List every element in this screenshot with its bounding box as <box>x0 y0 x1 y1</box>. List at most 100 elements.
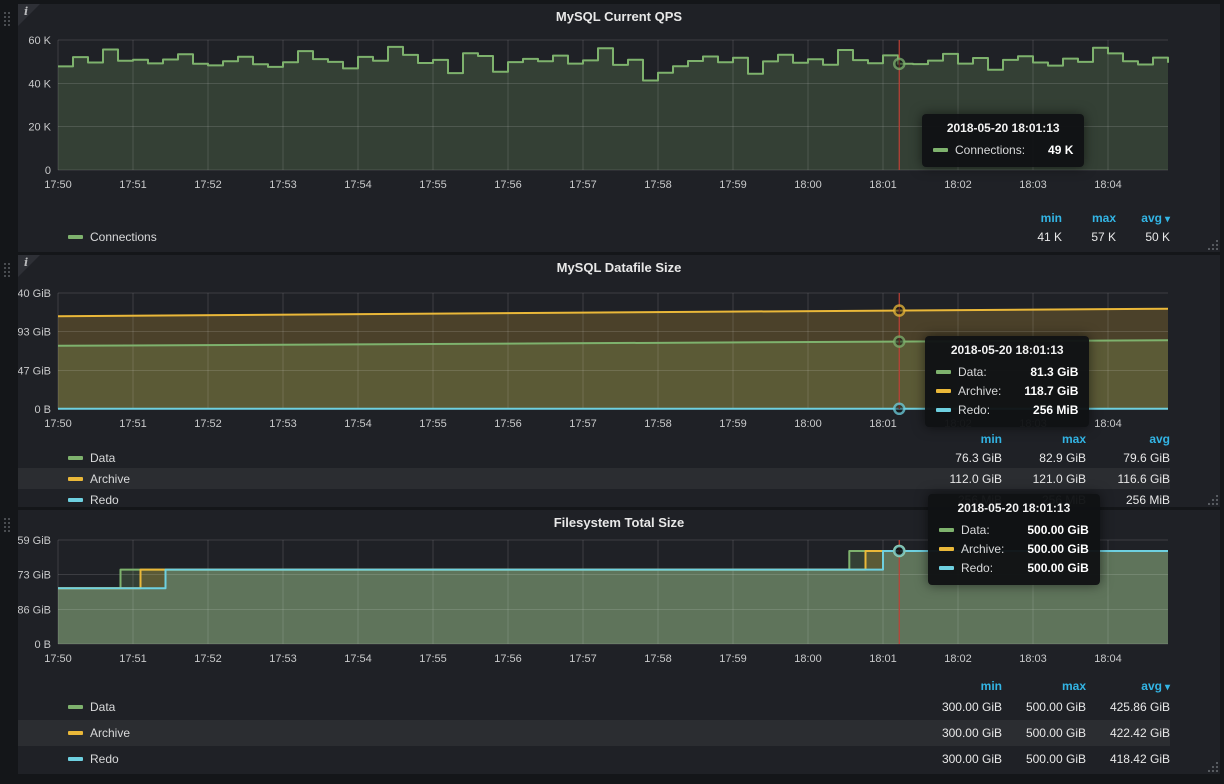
legend-series-toggle[interactable]: Redo <box>68 752 918 766</box>
x-axis-tick-label: 17:54 <box>344 653 372 665</box>
x-axis-tick-label: 17:59 <box>719 179 747 191</box>
drag-dot <box>4 526 6 528</box>
legend-stat-min-value: 76.3 GiB <box>918 451 1002 465</box>
x-axis-tick-label: 17:53 <box>269 418 297 430</box>
x-axis-tick-label: 17:59 <box>719 418 747 430</box>
tooltip-series-value: 118.7 GiB <box>1024 384 1078 398</box>
tooltip-series-value: 49 K <box>1048 143 1073 157</box>
legend-stat-max-value: 500.00 GiB <box>1002 700 1086 714</box>
legend-sort-max[interactable]: max <box>1002 679 1086 693</box>
legend-sort-min[interactable]: min <box>918 679 1002 693</box>
legend-stat-avg-value: 116.6 GiB <box>1086 472 1170 486</box>
x-axis-tick-label: 17:53 <box>269 179 297 191</box>
legend-row: Data300.00 GiB500.00 GiB425.86 GiB <box>18 694 1170 720</box>
x-axis-tick-label: 18:04 <box>1094 179 1122 191</box>
legend-sort-avg[interactable]: avg▾ <box>1116 211 1170 225</box>
drag-dot <box>8 518 10 520</box>
drag-dot <box>8 16 10 18</box>
x-axis-tick-label: 17:56 <box>494 179 522 191</box>
tooltip-series-label: Data: <box>961 523 990 537</box>
legend-sort-avg[interactable]: avg▾ <box>1086 679 1170 693</box>
legend-series-name: Archive <box>90 472 130 486</box>
graph-tooltip: 2018-05-20 18:01:13Connections:49 K <box>922 114 1084 167</box>
panel-resize-grip-icon[interactable] <box>1208 240 1218 250</box>
tooltip-timestamp: 2018-05-20 18:01:13 <box>933 121 1073 135</box>
legend: minmaxavg▾Data300.00 GiB500.00 GiB425.86… <box>18 678 1220 772</box>
legend: minmaxavg▾Connections41 K57 K50 K <box>18 210 1220 248</box>
drag-dot <box>4 271 6 273</box>
legend-stat-max-value: 82.9 GiB <box>1002 451 1086 465</box>
panel-resize-grip-icon[interactable] <box>1208 495 1218 505</box>
drag-handle-icon[interactable] <box>4 12 10 26</box>
tooltip-series-value: 500.00 GiB <box>1027 542 1088 556</box>
legend-stat-min-value: 300.00 GiB <box>918 752 1002 766</box>
panel-title[interactable]: MySQL Datafile Size <box>18 255 1220 277</box>
x-axis-tick-label: 17:58 <box>644 179 672 191</box>
y-axis-tick-label: 373 GiB <box>18 570 51 582</box>
legend-row: Archive300.00 GiB500.00 GiB422.42 GiB <box>18 720 1170 746</box>
legend-sort-avg-label: avg <box>1149 432 1170 446</box>
legend-series-name: Redo <box>90 493 119 507</box>
legend-sort-avg[interactable]: avg <box>1086 432 1170 446</box>
panel-info-corner[interactable] <box>18 255 40 277</box>
drag-dot <box>4 263 6 265</box>
info-icon[interactable]: i <box>24 256 28 269</box>
legend-series-toggle[interactable]: Connections <box>68 230 1008 244</box>
legend-sort-min[interactable]: min <box>1008 211 1062 225</box>
drag-handle-icon[interactable] <box>4 518 10 532</box>
info-icon[interactable]: i <box>24 5 28 18</box>
drag-handle-icon[interactable] <box>4 263 10 277</box>
tooltip-series-label: Redo: <box>961 561 993 575</box>
tooltip-series-row: Data:500.00 GiB <box>939 520 1089 539</box>
series-color-dash-icon <box>68 235 83 239</box>
hover-point-redo <box>894 404 904 414</box>
y-axis-tick-label: 0 B <box>34 639 51 651</box>
x-axis-tick-label: 17:51 <box>119 179 147 191</box>
tooltip-series-value: 81.3 GiB <box>1030 365 1078 379</box>
drag-dot <box>4 518 6 520</box>
tooltip-series-row: Archive:500.00 GiB <box>939 539 1089 558</box>
legend-stat-max-value: 57 K <box>1062 230 1116 244</box>
legend-series-toggle[interactable]: Redo <box>68 493 918 507</box>
legend-series-toggle[interactable]: Data <box>68 700 918 714</box>
hover-point-archive <box>894 306 904 316</box>
legend-stats-header: minmax avg <box>18 431 1170 447</box>
series-color-dash-icon <box>936 389 951 393</box>
series-color-dash-icon <box>68 477 83 481</box>
x-axis-tick-label: 17:56 <box>494 418 522 430</box>
y-axis-tick-label: 559 GiB <box>18 535 51 547</box>
panel-info-corner[interactable] <box>18 4 40 26</box>
x-axis-tick-label: 17:52 <box>194 418 222 430</box>
tooltip-series-label: Data: <box>958 365 987 379</box>
panel-title[interactable]: MySQL Current QPS <box>18 4 1220 26</box>
legend-sort-max[interactable]: max <box>1062 211 1116 225</box>
drag-dot <box>8 267 10 269</box>
legend-stat-min-value: 300.00 GiB <box>918 700 1002 714</box>
x-axis-tick-label: 17:57 <box>569 179 597 191</box>
y-axis-tick-label: 140 GiB <box>18 288 51 300</box>
legend-row: Archive112.0 GiB121.0 GiB116.6 GiB <box>18 468 1170 489</box>
series-color-dash-icon <box>68 705 83 709</box>
graph-tooltip: 2018-05-20 18:01:13Data:81.3 GiBArchive:… <box>925 336 1089 427</box>
y-axis-tick-label: 47 GiB <box>18 365 51 377</box>
x-axis-tick-label: 17:57 <box>569 653 597 665</box>
x-axis-tick-label: 18:04 <box>1094 418 1122 430</box>
drag-dot <box>8 263 10 265</box>
legend-sort-max-label: max <box>1092 211 1116 225</box>
panel-resize-grip-icon[interactable] <box>1208 762 1218 772</box>
legend-series-toggle[interactable]: Archive <box>68 472 918 486</box>
series-color-dash-icon <box>939 547 954 551</box>
y-axis-tick-label: 60 K <box>28 35 51 47</box>
x-axis-tick-label: 17:56 <box>494 653 522 665</box>
legend-series-toggle[interactable]: Archive <box>68 726 918 740</box>
hover-point-connections <box>894 59 904 69</box>
x-axis-tick-label: 17:53 <box>269 653 297 665</box>
series-color-dash-icon <box>68 456 83 460</box>
tooltip-series-row: Archive:118.7 GiB <box>936 381 1078 400</box>
drag-dot <box>4 267 6 269</box>
legend-sort-max[interactable]: max <box>1002 432 1086 446</box>
legend-stats-header: min maxavg▾ <box>18 210 1170 226</box>
drag-dot <box>8 271 10 273</box>
legend-series-toggle[interactable]: Data <box>68 451 918 465</box>
legend-sort-min[interactable]: min <box>918 432 1002 446</box>
